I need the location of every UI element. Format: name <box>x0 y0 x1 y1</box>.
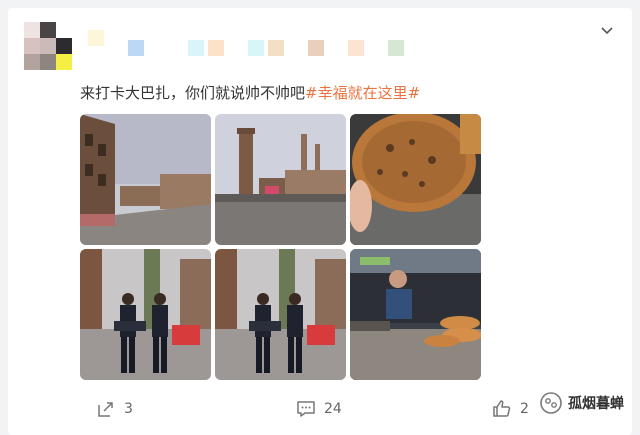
wechat-watermark: 孤烟暮蝉 <box>540 392 624 414</box>
comment-count: 24 <box>324 401 342 417</box>
watermark-label: 孤烟暮蝉 <box>568 396 624 412</box>
comment-button[interactable]: 24 <box>296 394 342 424</box>
photo-naan-bread[interactable] <box>350 114 481 245</box>
photo-police-pair-2[interactable] <box>215 249 346 380</box>
share-icon <box>98 402 113 417</box>
hashtag-link[interactable]: #幸福就在这里# <box>305 84 420 102</box>
share-count: 3 <box>124 401 133 417</box>
share-button[interactable]: 3 <box>96 394 133 424</box>
like-count: 2 <box>520 401 529 417</box>
post-actions-bar: 3 24 2 <box>8 394 632 424</box>
comment-icon <box>297 401 315 417</box>
post-text: 来打卡大巴扎，你们就说帅不帅吧#幸福就在这里# <box>80 82 420 103</box>
thumbs-up-icon <box>493 400 511 417</box>
weibo-post-card: 来打卡大巴扎，你们就说帅不帅吧#幸福就在这里# 3 24 2 孤烟暮蝉 <box>8 8 632 435</box>
photo-bazaar-tower[interactable] <box>215 114 346 245</box>
chevron-down-icon[interactable] <box>598 22 616 40</box>
username-censored[interactable] <box>88 30 404 58</box>
wechat-official-account-icon <box>540 392 562 414</box>
like-button[interactable]: 2 <box>492 394 529 424</box>
photo-grid <box>80 114 482 380</box>
avatar[interactable] <box>24 22 72 70</box>
post-body: 来打卡大巴扎，你们就说帅不帅吧 <box>80 84 306 102</box>
photo-naan-vendor[interactable] <box>350 249 481 380</box>
photo-bazaar-street-left[interactable] <box>80 114 211 245</box>
photo-police-pair-1[interactable] <box>80 249 211 380</box>
